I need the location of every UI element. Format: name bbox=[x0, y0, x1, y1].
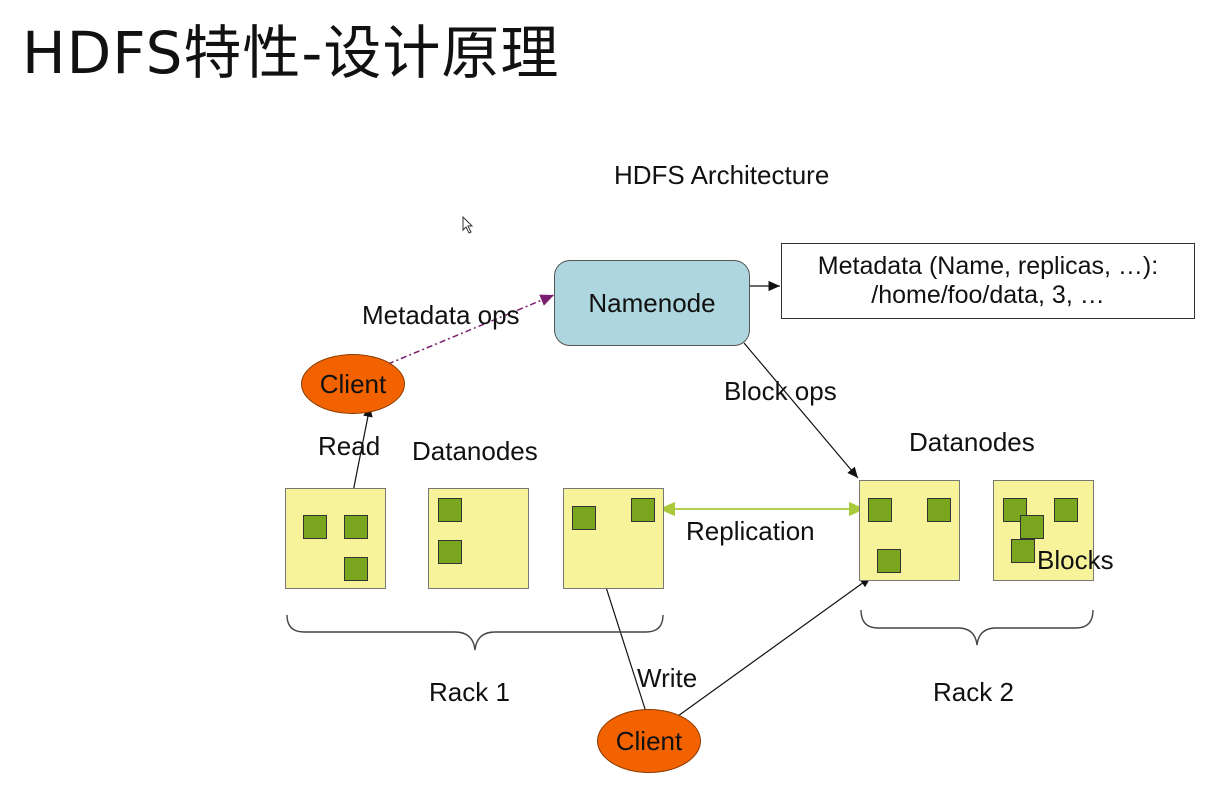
metadata-line1: Metadata (Name, replicas, …): bbox=[817, 252, 1159, 281]
block-ops-label: Block ops bbox=[724, 376, 837, 406]
blocks-label: Blocks bbox=[1037, 545, 1114, 575]
client-node-bottom: Client bbox=[597, 709, 701, 773]
mouse-cursor-icon bbox=[462, 216, 474, 234]
datanodes-label-rack2: Datanodes bbox=[909, 427, 1035, 457]
data-block bbox=[1054, 498, 1078, 522]
rack2-brace bbox=[860, 609, 1094, 646]
data-block bbox=[927, 498, 951, 522]
data-block bbox=[438, 540, 462, 564]
rack2-label: Rack 2 bbox=[933, 677, 1014, 707]
namenode-label: Namenode bbox=[588, 287, 716, 318]
metadata-ops-label: Metadata ops bbox=[362, 300, 520, 330]
block-ops-arrow bbox=[743, 342, 859, 479]
datanode-rack1-1 bbox=[285, 488, 386, 589]
rack1-brace bbox=[286, 614, 664, 651]
client-node-top: Client bbox=[301, 354, 405, 414]
metadata-line2: /home/foo/data, 3, … bbox=[871, 281, 1105, 309]
write-label: Write bbox=[637, 663, 698, 693]
data-block bbox=[572, 506, 596, 530]
data-block bbox=[438, 498, 462, 522]
client-label: Client bbox=[615, 725, 683, 756]
data-block bbox=[631, 498, 655, 522]
metadata-box: Metadata (Name, replicas, …): /home/foo/… bbox=[781, 243, 1195, 319]
data-block bbox=[868, 498, 892, 522]
data-block bbox=[877, 549, 901, 573]
data-block bbox=[1020, 515, 1044, 539]
data-block bbox=[344, 515, 368, 539]
replication-label: Replication bbox=[686, 516, 815, 546]
diagram-connectors bbox=[286, 280, 1094, 717]
datanodes-label-rack1: Datanodes bbox=[412, 436, 538, 466]
read-label: Read bbox=[318, 431, 381, 461]
data-block bbox=[303, 515, 327, 539]
data-block bbox=[1011, 539, 1035, 563]
datanode-rack1-3 bbox=[563, 488, 664, 589]
datanode-rack1-2 bbox=[428, 488, 529, 589]
rack1-label: Rack 1 bbox=[429, 677, 510, 707]
client-label: Client bbox=[319, 368, 387, 399]
namenode-node: Namenode bbox=[554, 260, 750, 346]
write-arrow-2 bbox=[677, 576, 872, 717]
data-block bbox=[344, 557, 368, 581]
datanode-rack2-1 bbox=[859, 480, 960, 581]
